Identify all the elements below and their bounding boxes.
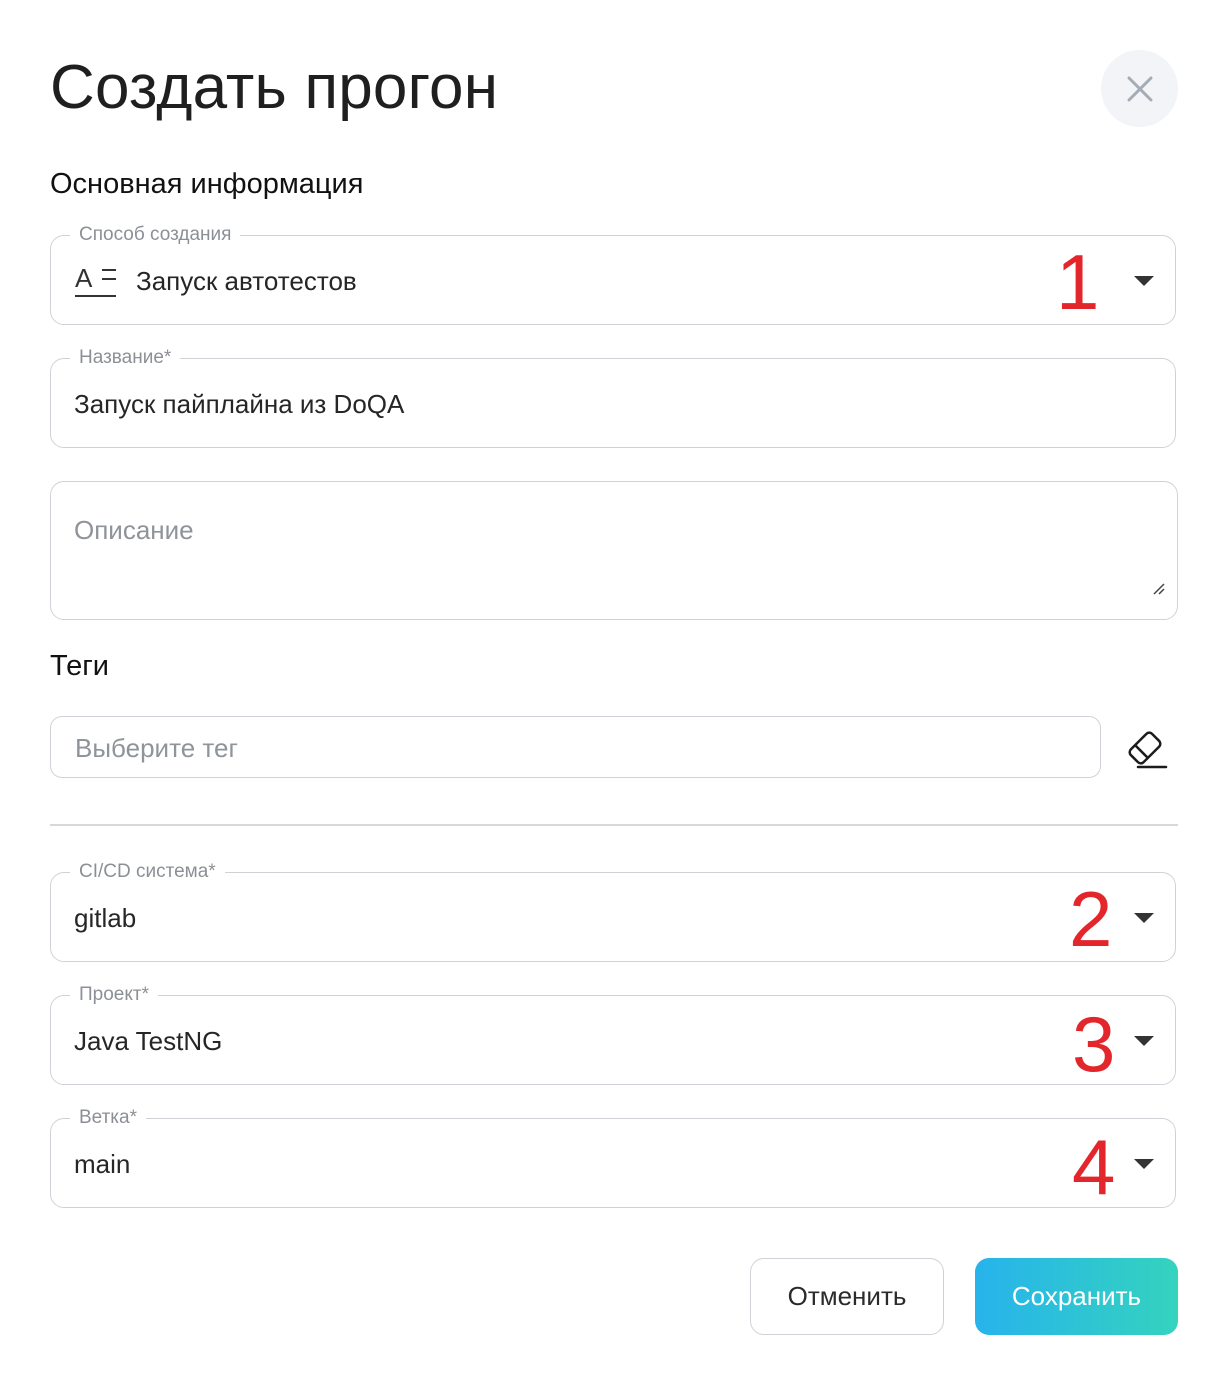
tag-select-input[interactable]: Выберите тег <box>50 716 1101 778</box>
branch-label: Ветка* <box>70 1106 147 1130</box>
autotest-text-icon: A <box>75 263 116 297</box>
creation-method-value: Запуск автотестов <box>136 266 357 296</box>
section-main-info: Основная информация <box>50 168 364 200</box>
close-icon <box>1127 76 1152 101</box>
chevron-down-icon <box>1134 1159 1154 1169</box>
project-select[interactable]: Проект* Java TestNG 3 <box>50 983 1176 1088</box>
creation-method-select[interactable]: Способ создания A Запуск автотестов 1 <box>50 223 1176 326</box>
name-field[interactable]: Название* Запуск пайплайна из DoQA <box>50 346 1176 448</box>
eraser-icon[interactable] <box>1124 727 1170 771</box>
chevron-down-icon <box>1134 276 1154 286</box>
description-textarea[interactable]: Описание <box>50 481 1178 620</box>
name-value: Запуск пайплайна из DoQA <box>74 389 405 419</box>
section-divider <box>50 824 1178 826</box>
chevron-down-icon <box>1134 913 1154 923</box>
annotation-marker-1: 1 <box>1056 238 1100 326</box>
cancel-button[interactable]: Отменить <box>750 1258 944 1335</box>
creation-method-label: Способ создания <box>70 223 241 247</box>
close-button[interactable] <box>1101 50 1178 127</box>
resize-handle-icon[interactable] <box>1151 581 1167 597</box>
annotation-marker-3: 3 <box>1072 1000 1116 1088</box>
section-tags: Теги <box>50 650 109 682</box>
project-value: Java TestNG <box>74 1026 223 1056</box>
dialog-title: Создать прогон <box>50 53 499 122</box>
chevron-down-icon <box>1134 1036 1154 1046</box>
annotation-marker-4: 4 <box>1072 1123 1116 1211</box>
name-label: Название* <box>70 346 181 370</box>
description-placeholder: Описание <box>74 515 194 545</box>
tag-placeholder: Выберите тег <box>75 733 238 763</box>
annotation-marker-2: 2 <box>1069 875 1113 963</box>
save-button[interactable]: Сохранить <box>975 1258 1178 1335</box>
branch-select[interactable]: Ветка* main 4 <box>50 1106 1176 1211</box>
ci-system-select[interactable]: CI/CD система* gitlab 2 <box>50 860 1176 963</box>
svg-text:A: A <box>75 263 93 293</box>
ci-system-label: CI/CD система* <box>70 860 225 884</box>
ci-system-value: gitlab <box>74 903 137 933</box>
branch-value: main <box>74 1149 131 1179</box>
project-label: Проект* <box>70 983 158 1007</box>
